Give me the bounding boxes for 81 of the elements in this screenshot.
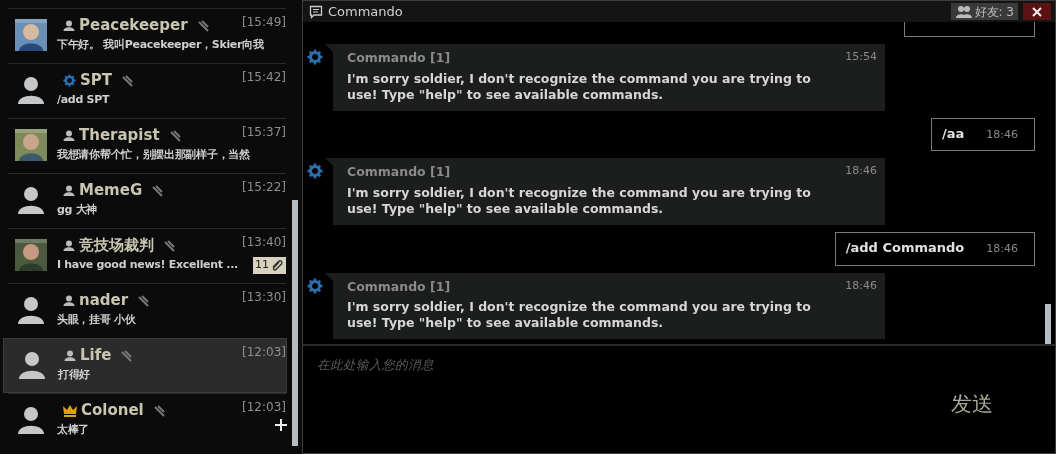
plus-icon[interactable]	[274, 418, 288, 432]
message-time: [13:40]	[242, 234, 286, 251]
message-preview: gg 大神	[57, 202, 98, 218]
contact-name: Colonel	[81, 399, 144, 421]
close-icon	[1032, 6, 1042, 17]
message-time: 15:54	[845, 49, 877, 65]
pin-icon	[167, 128, 181, 142]
pin-icon	[162, 238, 175, 252]
gear-icon	[63, 73, 76, 87]
person-icon	[63, 19, 75, 31]
crown-icon	[63, 403, 77, 417]
contact-name: Life	[80, 344, 112, 366]
gear-icon	[307, 277, 323, 294]
pin-icon	[150, 183, 164, 197]
contact-name: Peacekeeper	[79, 14, 188, 36]
message-preview: 太棒了	[57, 422, 90, 438]
message-time: [15:49]	[242, 14, 286, 31]
contact-name: SPT	[80, 69, 113, 91]
message-time: [13:30]	[242, 289, 286, 306]
sender-name: Commando [1]	[347, 163, 451, 182]
message-time: 18:46	[986, 241, 1018, 257]
message-preview: 我想请你帮个忙，别摆出那副样子，当然	[57, 147, 250, 163]
pin-icon	[120, 73, 134, 87]
sender-name: Commando [1]	[347, 277, 451, 296]
contact-item[interactable]: 竞技场裁判 [13:40] I have good news! Excellent ... 11	[8, 228, 286, 283]
message-time: [15:22]	[242, 179, 286, 196]
contact-name: 竞技场裁判	[79, 234, 154, 256]
message-text: /aa	[942, 124, 965, 143]
message-text: I'm sorry soldier, I don't recognize the command you are trying to use! Type "help" to see available commands.	[347, 185, 812, 217]
contact-name: Therapist	[79, 124, 160, 146]
message-time: 18:46	[845, 277, 877, 294]
message-time: [12:03]	[242, 399, 286, 416]
scrollbar-thumb[interactable]	[1045, 304, 1051, 344]
avatar-icon	[15, 184, 47, 216]
message-preview: 下午好。 我叫Peacekeeper，Skier向我	[57, 37, 264, 53]
contact-item[interactable]: SPT [15:42] /add SPT	[8, 63, 286, 118]
contact-name: MemeG	[79, 179, 143, 201]
scrollbar-thumb[interactable]	[292, 200, 298, 446]
contact-item[interactable]: Therapist [15:37] 我想请你帮个忙，别摆出那副样子，当然	[8, 118, 286, 173]
contact-item[interactable]: Peacekeeper [15:49] 下午好。 我叫Peacekeeper，Skier向我	[8, 8, 286, 63]
pin-icon	[119, 348, 133, 362]
sender-name: Commando [1]	[347, 49, 451, 67]
message-time: 18:46	[845, 163, 877, 180]
avatar-icon	[15, 404, 47, 436]
person-icon	[63, 184, 75, 196]
message-text: I'm sorry soldier, I don't recognize the command you are trying to use! Type "help" to see available commands.	[347, 70, 812, 103]
contact-item[interactable]: Life [12:03] 打得好	[3, 338, 287, 393]
close-button[interactable]	[1023, 3, 1051, 20]
person-icon	[64, 349, 76, 361]
gear-icon	[307, 49, 323, 65]
friends-count-badge[interactable]: 好友: 3	[950, 3, 1018, 20]
message-time: [15:42]	[242, 69, 286, 86]
chat-title: Commando	[328, 2, 403, 21]
send-button[interactable]: 发送	[951, 388, 993, 421]
message-time: [12:03]	[242, 344, 286, 361]
message-input[interactable]: 在此处输入您的消息	[317, 356, 717, 375]
paperclip-icon	[270, 258, 284, 273]
chat-icon	[309, 4, 323, 19]
avatar-icon	[15, 74, 47, 106]
message-preview: 打得好	[58, 367, 91, 383]
person-icon	[63, 239, 75, 251]
message-time: 18:46	[986, 126, 1018, 143]
pin-icon	[136, 293, 150, 307]
message-text: /add Commando	[845, 239, 965, 257]
attachment-count-badge: 11	[253, 257, 286, 274]
avatar-icon	[16, 349, 48, 381]
gear-icon	[307, 163, 323, 180]
contact-item[interactable]: Colonel [12:03] 太棒了	[8, 393, 286, 448]
message-time: [15:37]	[242, 124, 286, 141]
person-icon	[63, 129, 75, 141]
pin-icon	[151, 403, 165, 417]
message-preview: /add SPT	[57, 92, 110, 108]
contact-item[interactable]: MemeG [15:22] gg 大神	[8, 173, 286, 228]
pin-icon	[195, 18, 209, 32]
message-text: I'm sorry soldier, I don't recognize the command you are trying to use! Type "help" to see available commands.	[347, 299, 812, 332]
message-preview: I have good news! Excellent ...	[57, 257, 238, 273]
person-icon	[63, 294, 75, 306]
avatar-icon	[15, 294, 47, 326]
contact-name: nader	[79, 289, 129, 311]
friends-icon	[954, 5, 973, 18]
message-preview: 头眼，挂哥 小伙	[57, 312, 136, 328]
